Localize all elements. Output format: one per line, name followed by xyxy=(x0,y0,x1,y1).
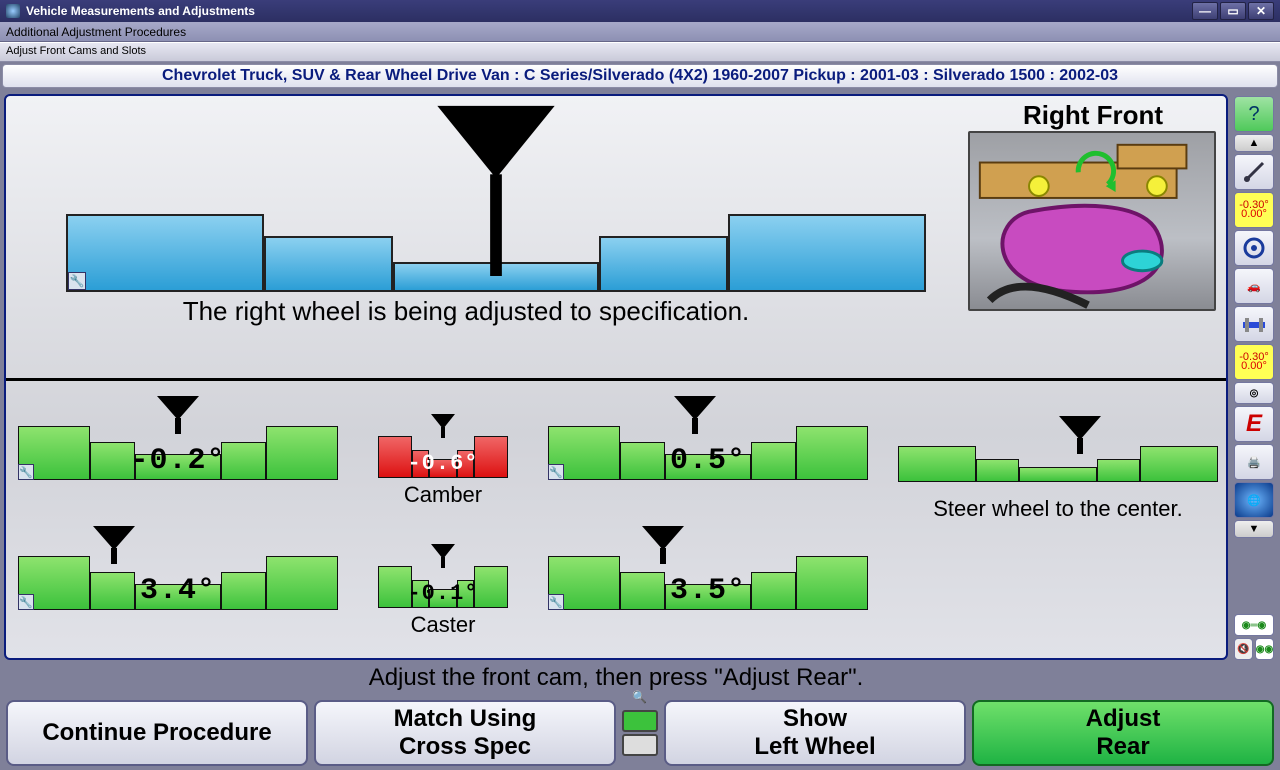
vehicle-description: Chevrolet Truck, SUV & Rear Wheel Drive … xyxy=(2,64,1278,88)
gauge-cross-caster: -0.1° Caster xyxy=(378,566,508,638)
tool-vehicle-red-icon[interactable]: 🚗 xyxy=(1234,268,1274,304)
right-toolbar: ? ▲ -0.30°0.00° 🚗 -0.30°0.00° ◎ E 🖨️ 🌐 ▼… xyxy=(1232,94,1276,660)
sensor-status-front-icon[interactable]: ◉═◉ xyxy=(1234,614,1274,636)
spec-toggle[interactable]: 🔍 xyxy=(622,700,658,766)
value-cross-camber: -0.6° xyxy=(378,451,508,476)
tool-print-icon[interactable]: 🖨️ xyxy=(1234,444,1274,480)
scroll-down-icon[interactable]: ▼ xyxy=(1234,520,1274,538)
show-left-wheel-button[interactable]: ShowLeft Wheel xyxy=(664,700,966,766)
tool-express-icon[interactable]: E xyxy=(1234,406,1274,442)
label-caster: Caster xyxy=(378,612,508,638)
continue-procedure-button[interactable]: Continue Procedure xyxy=(6,700,308,766)
match-cross-spec-button[interactable]: Match UsingCross Spec xyxy=(314,700,616,766)
app-icon xyxy=(6,4,20,18)
tool-alignment-icon[interactable] xyxy=(1234,306,1274,342)
gauge-right-camber: 🔧 0.5° xyxy=(548,426,868,480)
close-button[interactable]: ✕ xyxy=(1248,2,1274,20)
scroll-up-icon[interactable]: ▲ xyxy=(1234,134,1274,152)
gauge-right-caster: 🔧 3.5° xyxy=(548,556,868,610)
gauge-left-camber: 🔧 -0.2° xyxy=(18,426,338,480)
main-status-text: The right wheel is being adjusted to spe… xyxy=(6,296,926,327)
tool-globe-icon[interactable]: 🌐 xyxy=(1234,482,1274,518)
toggle-off[interactable] xyxy=(622,734,658,756)
adjust-rear-button[interactable]: AdjustRear xyxy=(972,700,1274,766)
value-left-camber: -0.2° xyxy=(18,444,338,478)
gauge-left-caster: 🔧 3.4° xyxy=(18,556,338,610)
readings-grid: 🔧 -0.2° -0.6° xyxy=(18,396,1214,650)
maximize-button[interactable]: ▭ xyxy=(1220,2,1246,20)
work-area: 🔧 The right wheel is being adjusted to s… xyxy=(4,94,1228,660)
value-right-caster: 3.5° xyxy=(548,574,868,608)
tool-spec-values-1[interactable]: -0.30°0.00° xyxy=(1234,192,1274,228)
suspension-illustration xyxy=(968,131,1216,311)
illustration-panel: Right Front xyxy=(968,100,1218,311)
window-titlebar: Vehicle Measurements and Adjustments — ▭… xyxy=(0,0,1280,22)
magnify-icon: 🔍 xyxy=(632,690,646,704)
illustration-title: Right Front xyxy=(968,100,1218,131)
mute-icon[interactable]: 🔇 xyxy=(1234,638,1253,660)
value-right-camber: 0.5° xyxy=(548,444,868,478)
gauge-cross-camber: -0.6° Camber xyxy=(378,436,508,508)
help-icon[interactable]: ? xyxy=(1234,96,1274,132)
menu-bar[interactable]: Additional Adjustment Procedures xyxy=(0,22,1280,42)
value-cross-caster: -0.1° xyxy=(378,581,508,606)
minimize-button[interactable]: — xyxy=(1192,2,1218,20)
tool-spec-values-2[interactable]: -0.30°0.00° xyxy=(1234,344,1274,380)
value-left-caster: 3.4° xyxy=(18,574,338,608)
steer-instruction: Steer wheel to the center. xyxy=(888,496,1228,522)
section-divider xyxy=(6,378,1226,381)
wrench-icon[interactable]: 🔧 xyxy=(68,272,86,290)
menu-item-adjustment[interactable]: Additional Adjustment Procedures xyxy=(6,25,186,39)
main-gauge: 🔧 xyxy=(66,106,926,296)
tool-measure-icon[interactable] xyxy=(1234,154,1274,190)
toggle-on[interactable] xyxy=(622,710,658,732)
submenu-label: Adjust Front Cams and Slots xyxy=(6,45,146,57)
window-title: Vehicle Measurements and Adjustments xyxy=(26,4,255,18)
action-button-bar: Continue Procedure Match UsingCross Spec… xyxy=(6,700,1274,766)
main-gauge-indicator-arrow xyxy=(426,100,566,276)
tool-steering-icon[interactable] xyxy=(1234,230,1274,266)
sensor-status-rear-icon[interactable]: ◉◉ xyxy=(1255,638,1274,660)
instruction-text: Adjust the front cam, then press "Adjust… xyxy=(4,664,1228,694)
tool-target-icon[interactable]: ◎ xyxy=(1234,382,1274,404)
gauge-steering xyxy=(898,446,1218,482)
submenu-bar: Adjust Front Cams and Slots xyxy=(0,42,1280,62)
label-camber: Camber xyxy=(378,482,508,508)
